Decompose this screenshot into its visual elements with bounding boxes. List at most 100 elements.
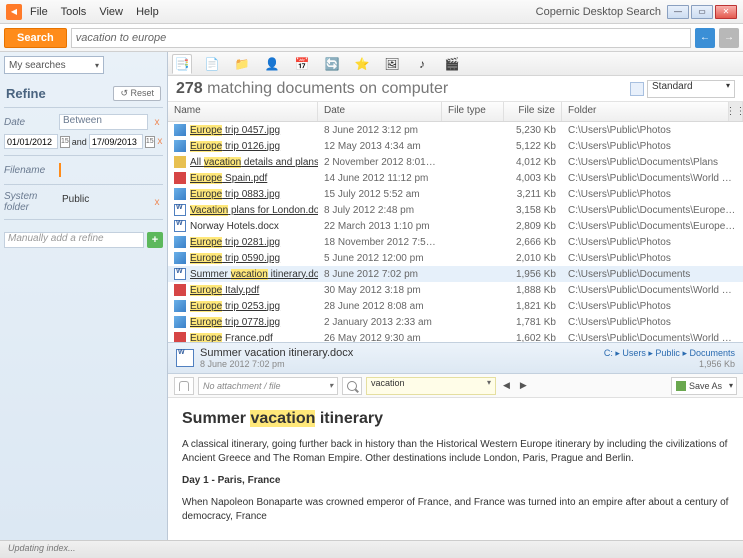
preview-day-heading: Day 1 - Paris, France bbox=[182, 474, 729, 488]
file-jpg-icon bbox=[174, 300, 186, 312]
table-row[interactable]: Europe France.pdf26 May 2012 9:30 am1,60… bbox=[168, 330, 743, 342]
table-row[interactable]: Europe trip 0590.jpg5 June 2012 12:00 pm… bbox=[168, 250, 743, 266]
table-row[interactable]: Summer vacation itinerary.docx8 June 201… bbox=[168, 266, 743, 282]
nav-forward-button[interactable]: → bbox=[719, 28, 739, 48]
breadcrumb[interactable]: C: ▸ Users ▸ Public ▸ Documents bbox=[604, 348, 735, 359]
refine-add-button[interactable]: + bbox=[147, 232, 163, 248]
search-bar: Search ← → bbox=[0, 24, 743, 52]
refine-date-label: Date bbox=[4, 117, 56, 128]
date-to-input[interactable] bbox=[89, 134, 143, 149]
refine-date-clear[interactable]: x bbox=[151, 117, 163, 128]
col-header-date[interactable]: Date bbox=[318, 102, 442, 121]
refine-filename-input[interactable] bbox=[64, 162, 163, 178]
menu-file[interactable]: File bbox=[30, 6, 48, 18]
file-jpg-icon bbox=[174, 188, 186, 200]
refine-daterange-clear[interactable]: x bbox=[157, 136, 163, 147]
reset-button[interactable]: ↺ Reset bbox=[113, 86, 161, 101]
close-button[interactable]: ✕ bbox=[715, 5, 737, 19]
preview-filedate: 8 June 2012 7:02 pm bbox=[200, 359, 353, 369]
file-jpg-icon bbox=[174, 252, 186, 264]
file-docx-icon bbox=[174, 268, 186, 280]
table-row[interactable]: Europe Spain.pdf14 June 2012 11:12 pm4,0… bbox=[168, 170, 743, 186]
refine-sysfolder-clear[interactable]: x bbox=[151, 197, 163, 208]
menu-tools[interactable]: Tools bbox=[61, 6, 87, 18]
refine-panel: My searches Refine ↺ Reset Date Between … bbox=[0, 52, 168, 540]
attachment-icon[interactable] bbox=[174, 377, 194, 395]
result-count: 278 matching documents on computer bbox=[176, 80, 448, 98]
preview-filesize: 1,956 Kb bbox=[604, 359, 735, 369]
find-next-button[interactable]: ▶ bbox=[517, 380, 530, 391]
file-jpg-icon bbox=[174, 124, 186, 136]
maximize-button[interactable]: ▭ bbox=[691, 5, 713, 19]
file-docx-icon bbox=[174, 204, 186, 216]
titlebar: File Tools View Help Copernic Desktop Se… bbox=[0, 0, 743, 24]
view-mode-icon[interactable] bbox=[630, 82, 644, 96]
app-title: Copernic Desktop Search bbox=[536, 6, 661, 18]
preview-body: Summer vacation itinerary A classical it… bbox=[168, 398, 743, 540]
table-row[interactable]: Norway Hotels.docx22 March 2013 1:10 pm2… bbox=[168, 218, 743, 234]
file-jpg-icon bbox=[174, 236, 186, 248]
table-row[interactable]: Europe trip 0126.jpg12 May 2013 4:34 am5… bbox=[168, 138, 743, 154]
category-contacts-icon[interactable]: 👤 bbox=[262, 54, 282, 74]
menu-view[interactable]: View bbox=[99, 6, 123, 18]
col-sort-icon[interactable]: ⋮⋮ bbox=[729, 102, 743, 121]
minimize-button[interactable]: — bbox=[667, 5, 689, 19]
table-row[interactable]: Europe trip 0778.jpg2 January 2013 2:33 … bbox=[168, 314, 743, 330]
date-from-input[interactable] bbox=[4, 134, 58, 149]
table-row[interactable]: Europe Italy.pdf30 May 2012 3:18 pm1,888… bbox=[168, 282, 743, 298]
category-all-icon[interactable]: 📑 bbox=[172, 54, 192, 74]
refine-filename-label: Filename bbox=[4, 165, 56, 176]
refine-manual-input[interactable]: Manually add a refine bbox=[4, 232, 144, 248]
refine-sysfolder-value[interactable]: Public bbox=[59, 194, 148, 210]
attachment-dropdown[interactable]: No attachment / file bbox=[198, 377, 338, 395]
table-row[interactable]: Europe trip 0281.jpg18 November 2012 7:5… bbox=[168, 234, 743, 250]
file-pdf-icon bbox=[174, 332, 186, 342]
save-as-button[interactable]: Save As bbox=[671, 377, 737, 395]
table-row[interactable]: Europe trip 0253.jpg28 June 2012 8:08 am… bbox=[168, 298, 743, 314]
table-row[interactable]: Vacation plans for London.docx8 July 201… bbox=[168, 202, 743, 218]
refine-sysfolder-label: System folder bbox=[4, 191, 56, 213]
find-in-preview-input[interactable]: vacation bbox=[366, 377, 496, 395]
col-header-folder[interactable]: Folder bbox=[562, 102, 729, 121]
col-header-name[interactable]: Name bbox=[168, 102, 318, 121]
category-bar: 📑 📄 📁 👤 📅 🔄 ⭐ 🖼 ♪ 🎬 bbox=[168, 52, 743, 76]
file-jpg-icon bbox=[174, 140, 186, 152]
category-documents-icon[interactable]: 📄 bbox=[202, 54, 222, 74]
category-pictures-icon[interactable]: 🖼 bbox=[382, 54, 402, 74]
status-bar: Updating index... bbox=[0, 540, 743, 558]
category-favorites-icon[interactable]: ⭐ bbox=[352, 54, 372, 74]
table-row[interactable]: Europe trip 0457.jpg8 June 2012 3:12 pm5… bbox=[168, 122, 743, 138]
file-pdf-icon bbox=[174, 172, 186, 184]
category-calendar-icon[interactable]: 📅 bbox=[292, 54, 312, 74]
search-input[interactable] bbox=[71, 28, 691, 48]
calendar-from-icon[interactable]: 15 bbox=[60, 136, 70, 148]
category-video-icon[interactable]: 🎬 bbox=[442, 54, 462, 74]
filename-cursor-icon bbox=[59, 163, 61, 177]
nav-back-button[interactable]: ← bbox=[695, 28, 715, 48]
preview-paragraph: When Napoleon Bonaparte was crowned empe… bbox=[182, 496, 729, 524]
preview-toolbar: No attachment / file vacation ◀ ▶ Save A… bbox=[168, 374, 743, 398]
table-row[interactable]: Europe trip 0883.jpg15 July 2012 5:52 am… bbox=[168, 186, 743, 202]
calendar-to-icon[interactable]: 15 bbox=[145, 136, 155, 148]
search-button[interactable]: Search bbox=[4, 28, 67, 48]
my-searches-dropdown[interactable]: My searches bbox=[4, 56, 104, 74]
find-icon bbox=[342, 377, 362, 395]
menu-help[interactable]: Help bbox=[136, 6, 159, 18]
category-folders-icon[interactable]: 📁 bbox=[232, 54, 252, 74]
date-and-label: and bbox=[72, 137, 87, 147]
category-history-icon[interactable]: 🔄 bbox=[322, 54, 342, 74]
view-mode-select[interactable]: Standard bbox=[647, 80, 735, 98]
refine-title: Refine bbox=[6, 86, 46, 101]
results-list: Europe trip 0457.jpg8 June 2012 3:12 pm5… bbox=[168, 122, 743, 342]
col-header-filetype[interactable]: File type bbox=[442, 102, 504, 121]
file-pdf-icon bbox=[174, 284, 186, 296]
preview-filename: Summer vacation itinerary.docx bbox=[200, 347, 353, 359]
category-music-icon[interactable]: ♪ bbox=[412, 54, 432, 74]
col-header-filesize[interactable]: File size bbox=[504, 102, 562, 121]
menu-bar: File Tools View Help bbox=[30, 6, 169, 18]
table-row[interactable]: All vacation details and plans.zip2 Nove… bbox=[168, 154, 743, 170]
refine-date-mode[interactable]: Between bbox=[59, 114, 148, 130]
disk-icon bbox=[676, 381, 686, 391]
find-prev-button[interactable]: ◀ bbox=[500, 380, 513, 391]
file-zip-icon bbox=[174, 156, 186, 168]
